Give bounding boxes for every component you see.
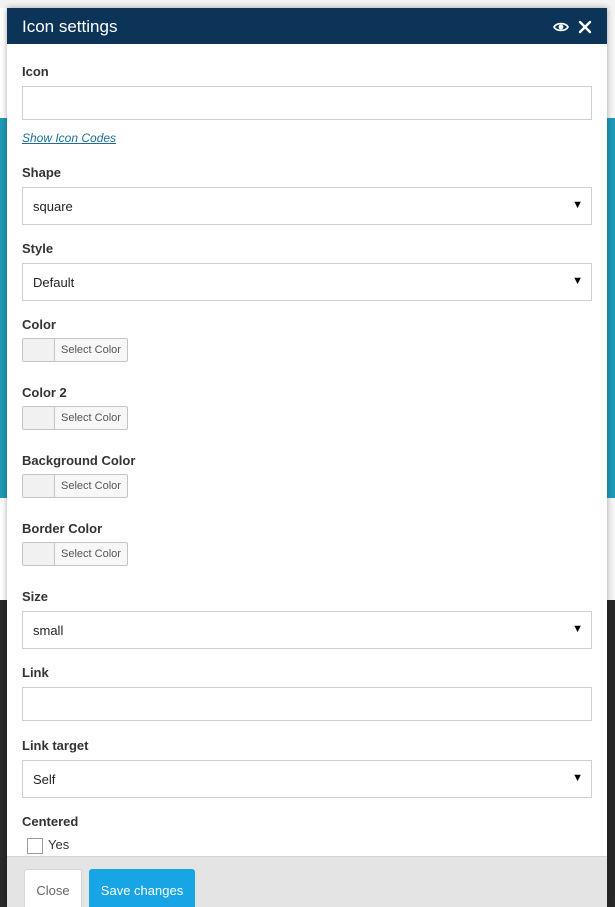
style-select[interactable]: Default ▼: [22, 263, 592, 301]
shape-select[interactable]: square ▼: [22, 187, 592, 225]
caret-down-icon: ▼: [572, 199, 583, 211]
link-input[interactable]: [22, 687, 592, 721]
close-icon[interactable]: [577, 19, 593, 35]
select-color-label: Select Color: [61, 344, 121, 356]
shape-select-value: square: [33, 199, 73, 214]
modal-header: Icon settings: [7, 8, 607, 44]
icon-settings-modal: Icon settings Icon Show Icon Codes Shape…: [7, 8, 607, 907]
style-select-value: Default: [33, 275, 75, 290]
eye-icon[interactable]: [552, 19, 570, 35]
link-target-select-value: Self: [33, 772, 56, 787]
select-color-label: Select Color: [61, 480, 121, 492]
border-color-swatch: [23, 543, 55, 565]
caret-down-icon: ▼: [572, 772, 583, 784]
style-label: Style: [22, 241, 54, 256]
color2-picker-button[interactable]: Select Color: [22, 406, 128, 430]
select-color-label: Select Color: [61, 548, 121, 560]
link-target-select[interactable]: Self ▼: [22, 760, 592, 798]
background-banner-right: [607, 118, 615, 498]
color-picker-button[interactable]: Select Color: [22, 338, 128, 362]
color-label: Color: [22, 317, 56, 332]
shape-label: Shape: [22, 165, 62, 180]
icon-label: Icon: [22, 64, 49, 79]
background-color-label: Background Color: [22, 453, 136, 468]
link-label: Link: [22, 665, 49, 680]
show-icon-codes-link[interactable]: Show Icon Codes: [22, 131, 116, 145]
icon-input[interactable]: [22, 86, 592, 120]
background-page-top: [0, 0, 615, 8]
size-select[interactable]: small ▼: [22, 611, 592, 649]
border-color-label: Border Color: [22, 521, 103, 536]
modal-footer: Close Save changes: [7, 856, 607, 907]
background-color-picker-button[interactable]: Select Color: [22, 474, 128, 498]
color-swatch: [23, 339, 55, 361]
centered-checkbox[interactable]: [27, 838, 43, 854]
centered-label: Centered: [22, 814, 79, 829]
caret-down-icon: ▼: [572, 275, 583, 287]
centered-option-label: Yes: [48, 837, 70, 852]
save-changes-button[interactable]: Save changes: [89, 869, 195, 907]
color2-label: Color 2: [22, 385, 67, 400]
caret-down-icon: ▼: [572, 623, 583, 635]
modal-title: Icon settings: [22, 17, 118, 36]
background-footer-right: [607, 600, 615, 907]
background-color-swatch: [23, 475, 55, 497]
size-label: Size: [22, 589, 49, 604]
close-button[interactable]: Close: [24, 869, 82, 907]
select-color-label: Select Color: [61, 412, 121, 424]
size-select-value: small: [33, 623, 64, 638]
color2-swatch: [23, 407, 55, 429]
border-color-picker-button[interactable]: Select Color: [22, 542, 128, 566]
link-target-label: Link target: [22, 738, 89, 753]
